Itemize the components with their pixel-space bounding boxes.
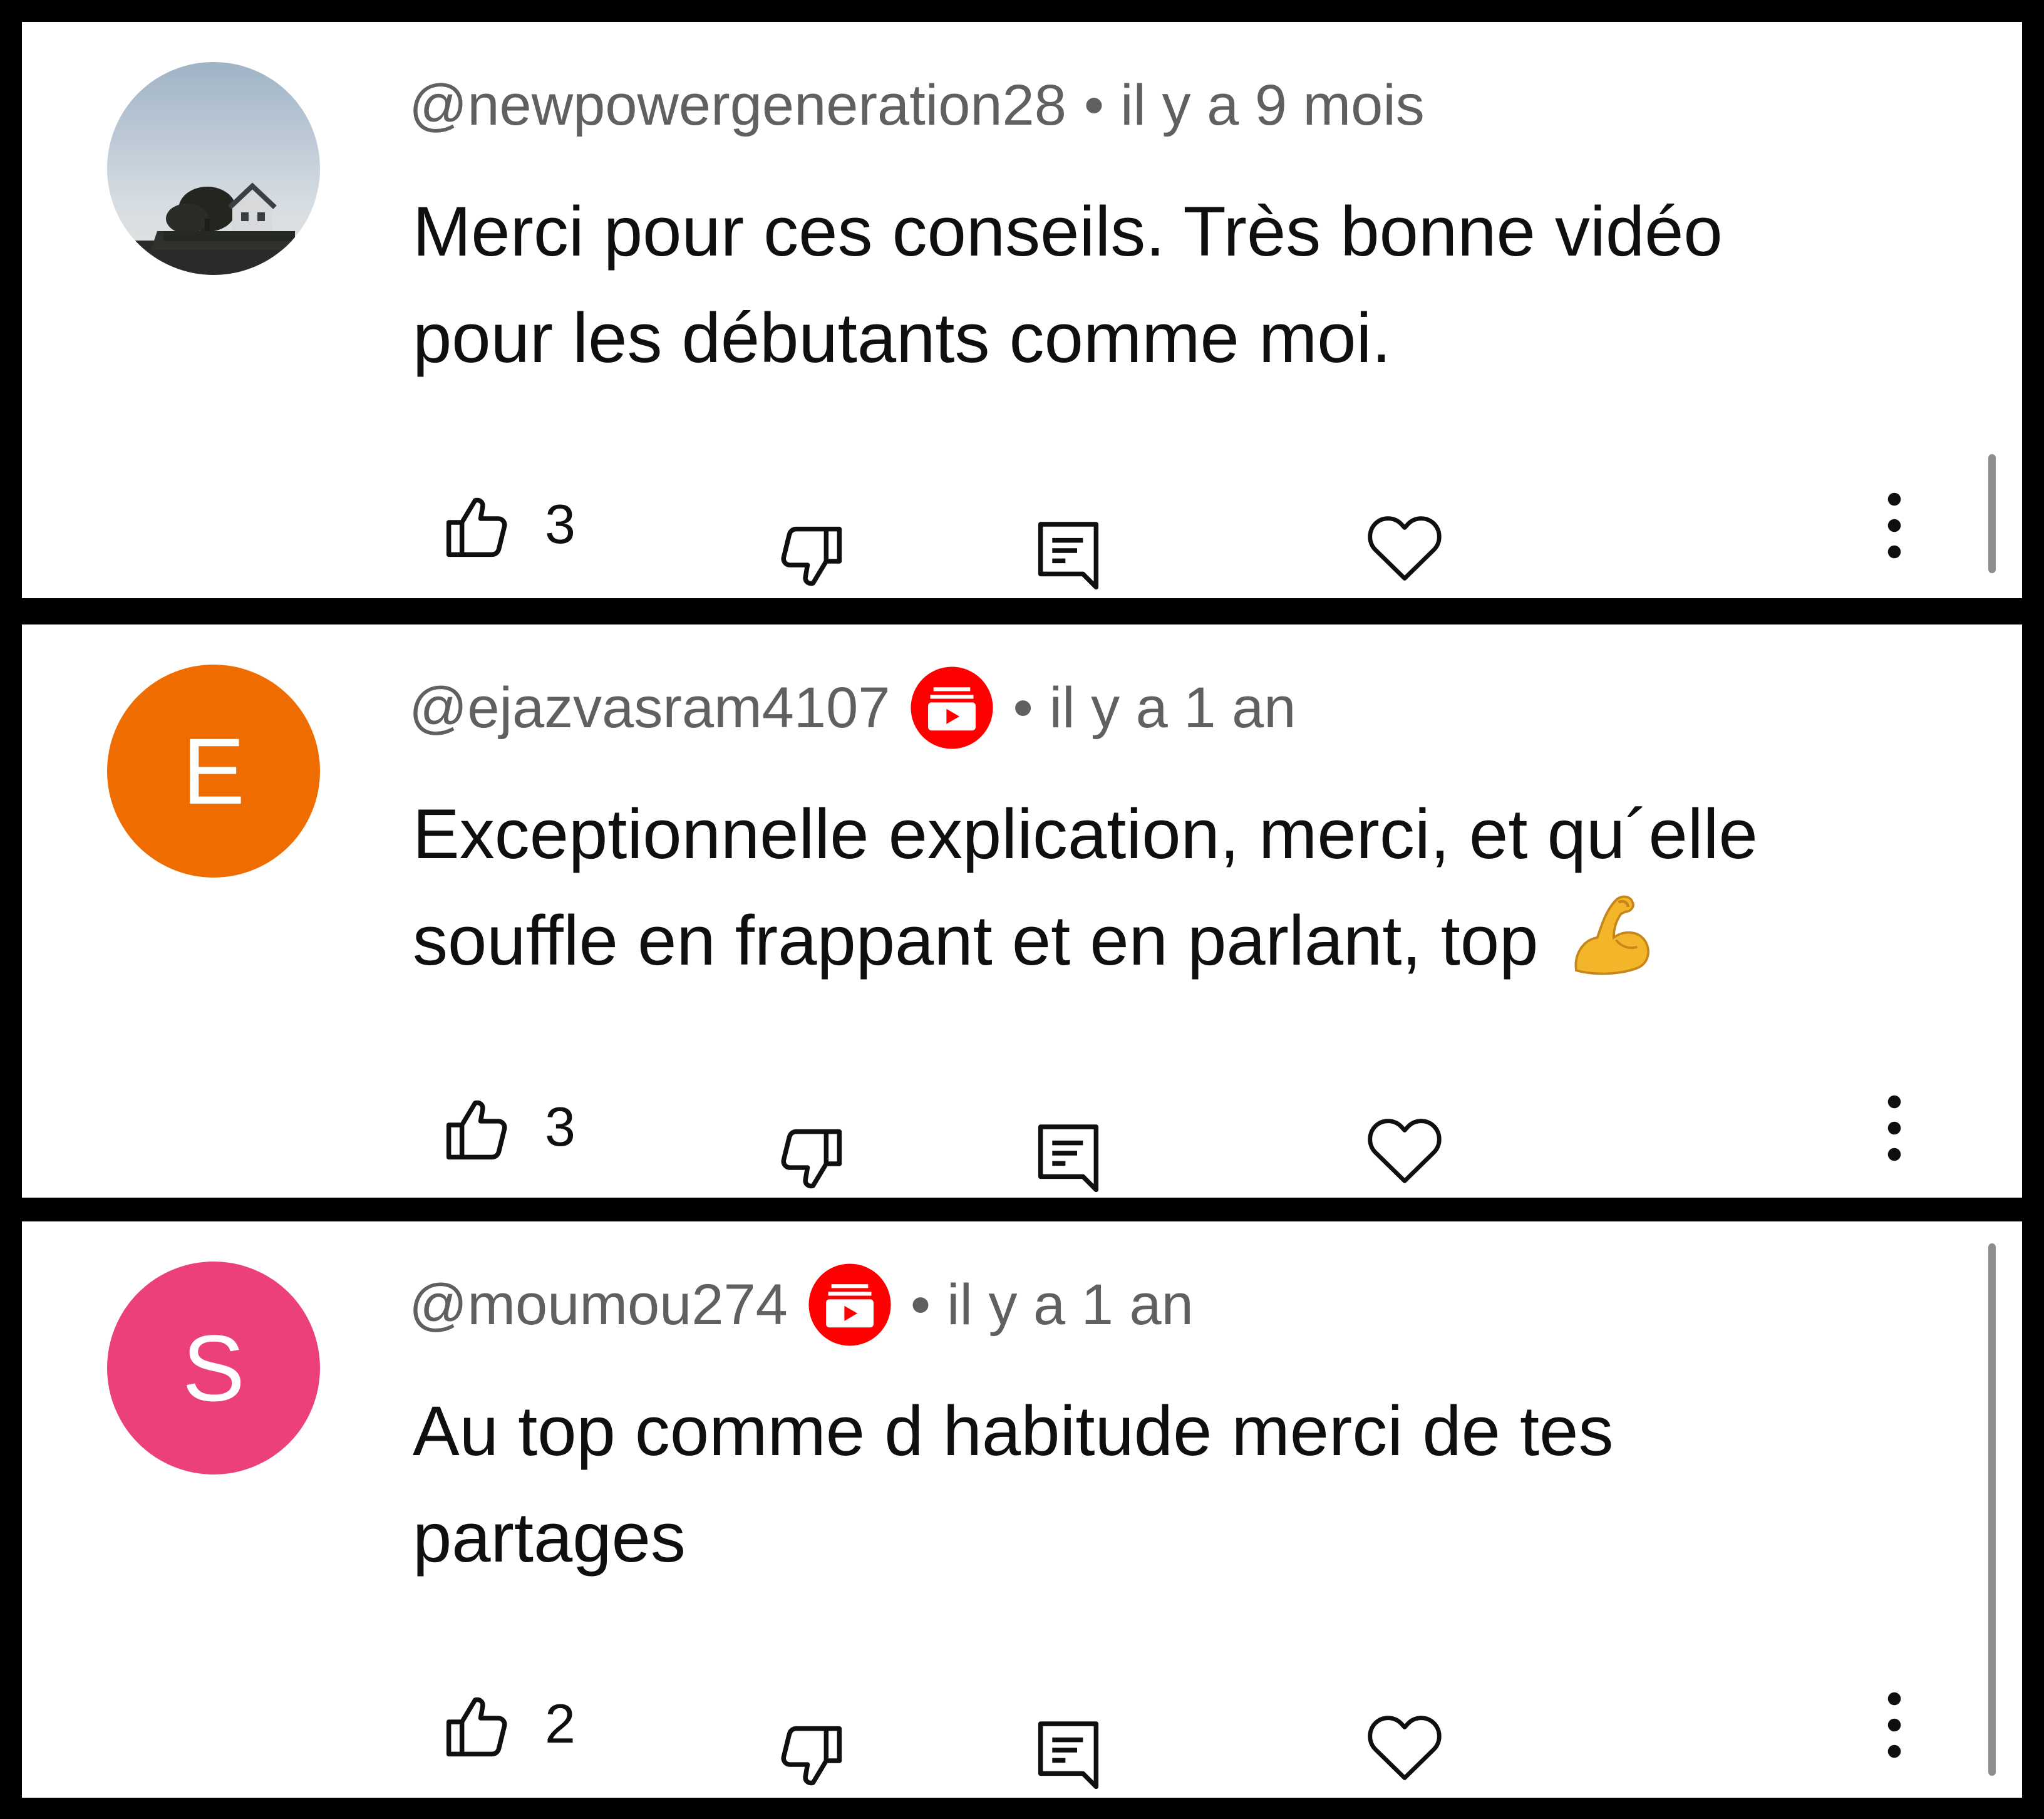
comment-actions: 3 — [22, 460, 2022, 590]
avatar-letter: E — [182, 718, 245, 824]
reply-icon[interactable] — [1033, 1716, 1103, 1793]
comment-text-line: partages — [413, 1498, 686, 1577]
comment-actions: 3 — [22, 1063, 2022, 1193]
comment-text-line: Merci pour ces conseils. Très bonne vidé… — [413, 192, 1723, 271]
comment-meta: @moumou274 • il y a 1 an — [409, 1263, 1194, 1346]
scrollbar[interactable] — [1988, 454, 1996, 573]
member-badge-icon — [808, 1263, 891, 1346]
like-count: 3 — [545, 493, 576, 555]
member-badge-icon — [911, 666, 993, 749]
author-handle[interactable]: @newpowergeneration28 — [409, 73, 1066, 138]
comment-text: Merci pour ces conseils. Très bonne vidé… — [413, 179, 1934, 391]
comment-meta: @ejazvasram4107 • il y a 1 an — [409, 666, 1296, 749]
thumbs-down-icon[interactable] — [777, 1721, 847, 1791]
scrollbar[interactable] — [1988, 1243, 1996, 1776]
meta-separator: • — [1083, 73, 1105, 137]
comment-card: S @moumou274 • il y a 1 an Au top comme … — [22, 1221, 2022, 1798]
more-vert-icon[interactable] — [1876, 1093, 1913, 1163]
flexed-biceps-emoji — [1575, 895, 1650, 975]
comment-age[interactable]: il y a 9 mois — [1120, 73, 1425, 138]
comment-text: Exceptionnelle explication, merci, et qu… — [413, 781, 1934, 994]
heart-icon[interactable] — [1365, 1710, 1444, 1785]
heart-icon[interactable] — [1365, 510, 1444, 586]
comment-text-line: souffle en frappant et en parlant, top — [413, 901, 1539, 980]
comment-actions: 2 — [22, 1660, 2022, 1790]
avatar-photo — [107, 62, 320, 275]
comment-text: Au top comme d habitude merci de tes par… — [413, 1378, 1934, 1591]
thumbs-up-icon[interactable] — [441, 492, 512, 562]
thumbs-up-icon[interactable] — [441, 1691, 512, 1761]
like-count: 3 — [545, 1096, 576, 1158]
reply-icon[interactable] — [1033, 1119, 1103, 1196]
heart-icon[interactable] — [1365, 1113, 1444, 1188]
comment-card: @newpowergeneration28 • il y a 9 mois Me… — [22, 22, 2022, 598]
like-count: 2 — [545, 1692, 576, 1754]
meta-separator: • — [1013, 675, 1033, 740]
comment-age[interactable]: il y a 1 an — [1050, 675, 1296, 741]
thumbs-down-icon[interactable] — [777, 522, 847, 592]
more-vert-icon[interactable] — [1876, 490, 1913, 561]
comment-age[interactable]: il y a 1 an — [947, 1272, 1194, 1338]
comment-text-line: Exceptionnelle explication, merci, et qu… — [413, 795, 1758, 873]
more-vert-icon[interactable] — [1876, 1690, 1913, 1760]
comment-meta: @newpowergeneration28 • il y a 9 mois — [409, 71, 1425, 140]
reply-icon[interactable] — [1033, 517, 1103, 593]
meta-separator: • — [910, 1272, 931, 1337]
avatar[interactable]: E — [107, 665, 320, 878]
comment-text-line: Au top comme d habitude merci de tes — [413, 1392, 1614, 1470]
thumbs-up-icon[interactable] — [441, 1094, 512, 1164]
author-handle[interactable]: @ejazvasram4107 — [409, 675, 890, 741]
avatar[interactable] — [107, 62, 320, 275]
author-handle[interactable]: @moumou274 — [409, 1272, 788, 1338]
thumbs-down-icon[interactable] — [777, 1124, 847, 1195]
avatar[interactable]: S — [107, 1262, 320, 1474]
comment-text-line: pour les débutants comme moi. — [413, 299, 1391, 377]
comment-card: E @ejazvasram4107 • il y a 1 an Exceptio… — [22, 624, 2022, 1198]
avatar-letter: S — [182, 1315, 245, 1421]
